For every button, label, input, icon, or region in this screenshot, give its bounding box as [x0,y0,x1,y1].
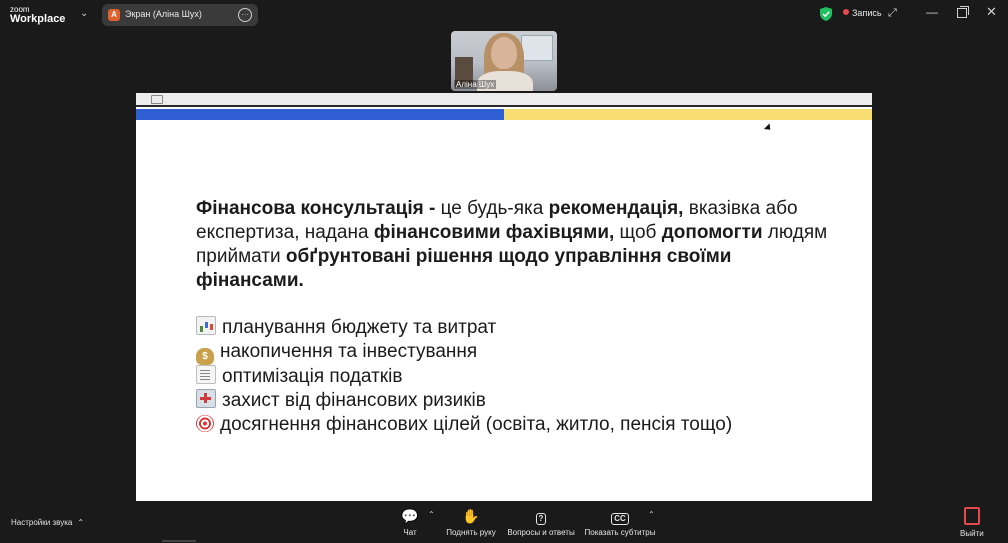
list-item: захист від фінансових ризиків [196,389,856,413]
record-dot-icon [843,9,849,15]
money-bag-icon: $ [196,348,214,365]
shared-screen-tab[interactable]: A Экран (Аліна Шух) ··· [102,4,258,26]
chat-bubble-icon: 💬 [401,508,419,524]
captions-icon: CC [583,507,657,525]
slide-window-icon [151,95,163,104]
flag-stripe-blue [136,109,504,120]
slide-definition-paragraph: Фінансова консультація - це будь-яка рек… [196,198,828,291]
zoom-logo[interactable]: zoom Workplace [10,5,65,25]
list-item: оптимізація податків [196,365,856,389]
list-item: досягнення фінансових цілей (освіта, жит… [196,413,856,437]
security-shield-icon[interactable] [820,7,832,21]
captions-options-chevron-icon[interactable]: ⌃ [648,510,655,519]
minimize-icon[interactable]: — [926,5,938,19]
shared-slide: Фінансова консультація - це будь-яка рек… [136,93,872,501]
flag-stripe-yellow [504,109,872,120]
restore-icon[interactable] [957,6,969,18]
slide-toolbar [136,93,872,107]
top-bar: zoom Workplace ⌄ A Экран (Аліна Шух) ···… [0,0,1008,28]
hospital-icon [196,389,216,408]
chevron-up-icon: ⌃ [77,518,85,527]
chevron-down-icon[interactable]: ⌄ [80,8,88,19]
bar-chart-icon [196,316,216,335]
mouse-cursor-icon [763,123,774,133]
list-item: планування бюджету та витрат [196,316,856,340]
meeting-controls-bar: Настройки звука ⌃ 💬 Чат ⌃ ✋ Поднять руку … [0,501,1008,543]
qa-button[interactable]: ? Вопросы и ответы [505,507,577,537]
close-icon[interactable]: ✕ [986,4,997,20]
scroll-indicator [162,540,196,542]
list-item: $ накопичення та інвестування [196,340,856,365]
more-options-icon[interactable]: ··· [238,8,252,22]
audio-settings-button[interactable]: Настройки звука ⌃ [11,518,84,527]
chat-button[interactable]: 💬 Чат [398,507,422,537]
leave-door-icon [963,507,980,525]
shared-screen-title: Экран (Аліна Шух) [125,9,202,19]
fullscreen-icon[interactable]: ⤢ [888,7,897,20]
target-icon [196,415,214,432]
receipt-icon [196,365,216,384]
participant-video[interactable]: Аліна Шух [451,31,557,91]
show-captions-button[interactable]: CC Показать субтитры [583,507,657,537]
question-bubble-icon: ? [505,507,577,525]
raise-hand-button[interactable]: ✋ Поднять руку [442,507,500,537]
recording-indicator[interactable]: Запись [843,8,882,18]
presenter-avatar: A [108,9,120,21]
leave-button[interactable]: Выйти [960,507,984,538]
participant-name: Аліна Шух [454,80,497,89]
slide-bullet-list: планування бюджету та витрат $ накопиченн… [196,316,856,437]
raise-hand-icon: ✋ [462,508,480,524]
chat-options-chevron-icon[interactable]: ⌃ [428,510,435,519]
